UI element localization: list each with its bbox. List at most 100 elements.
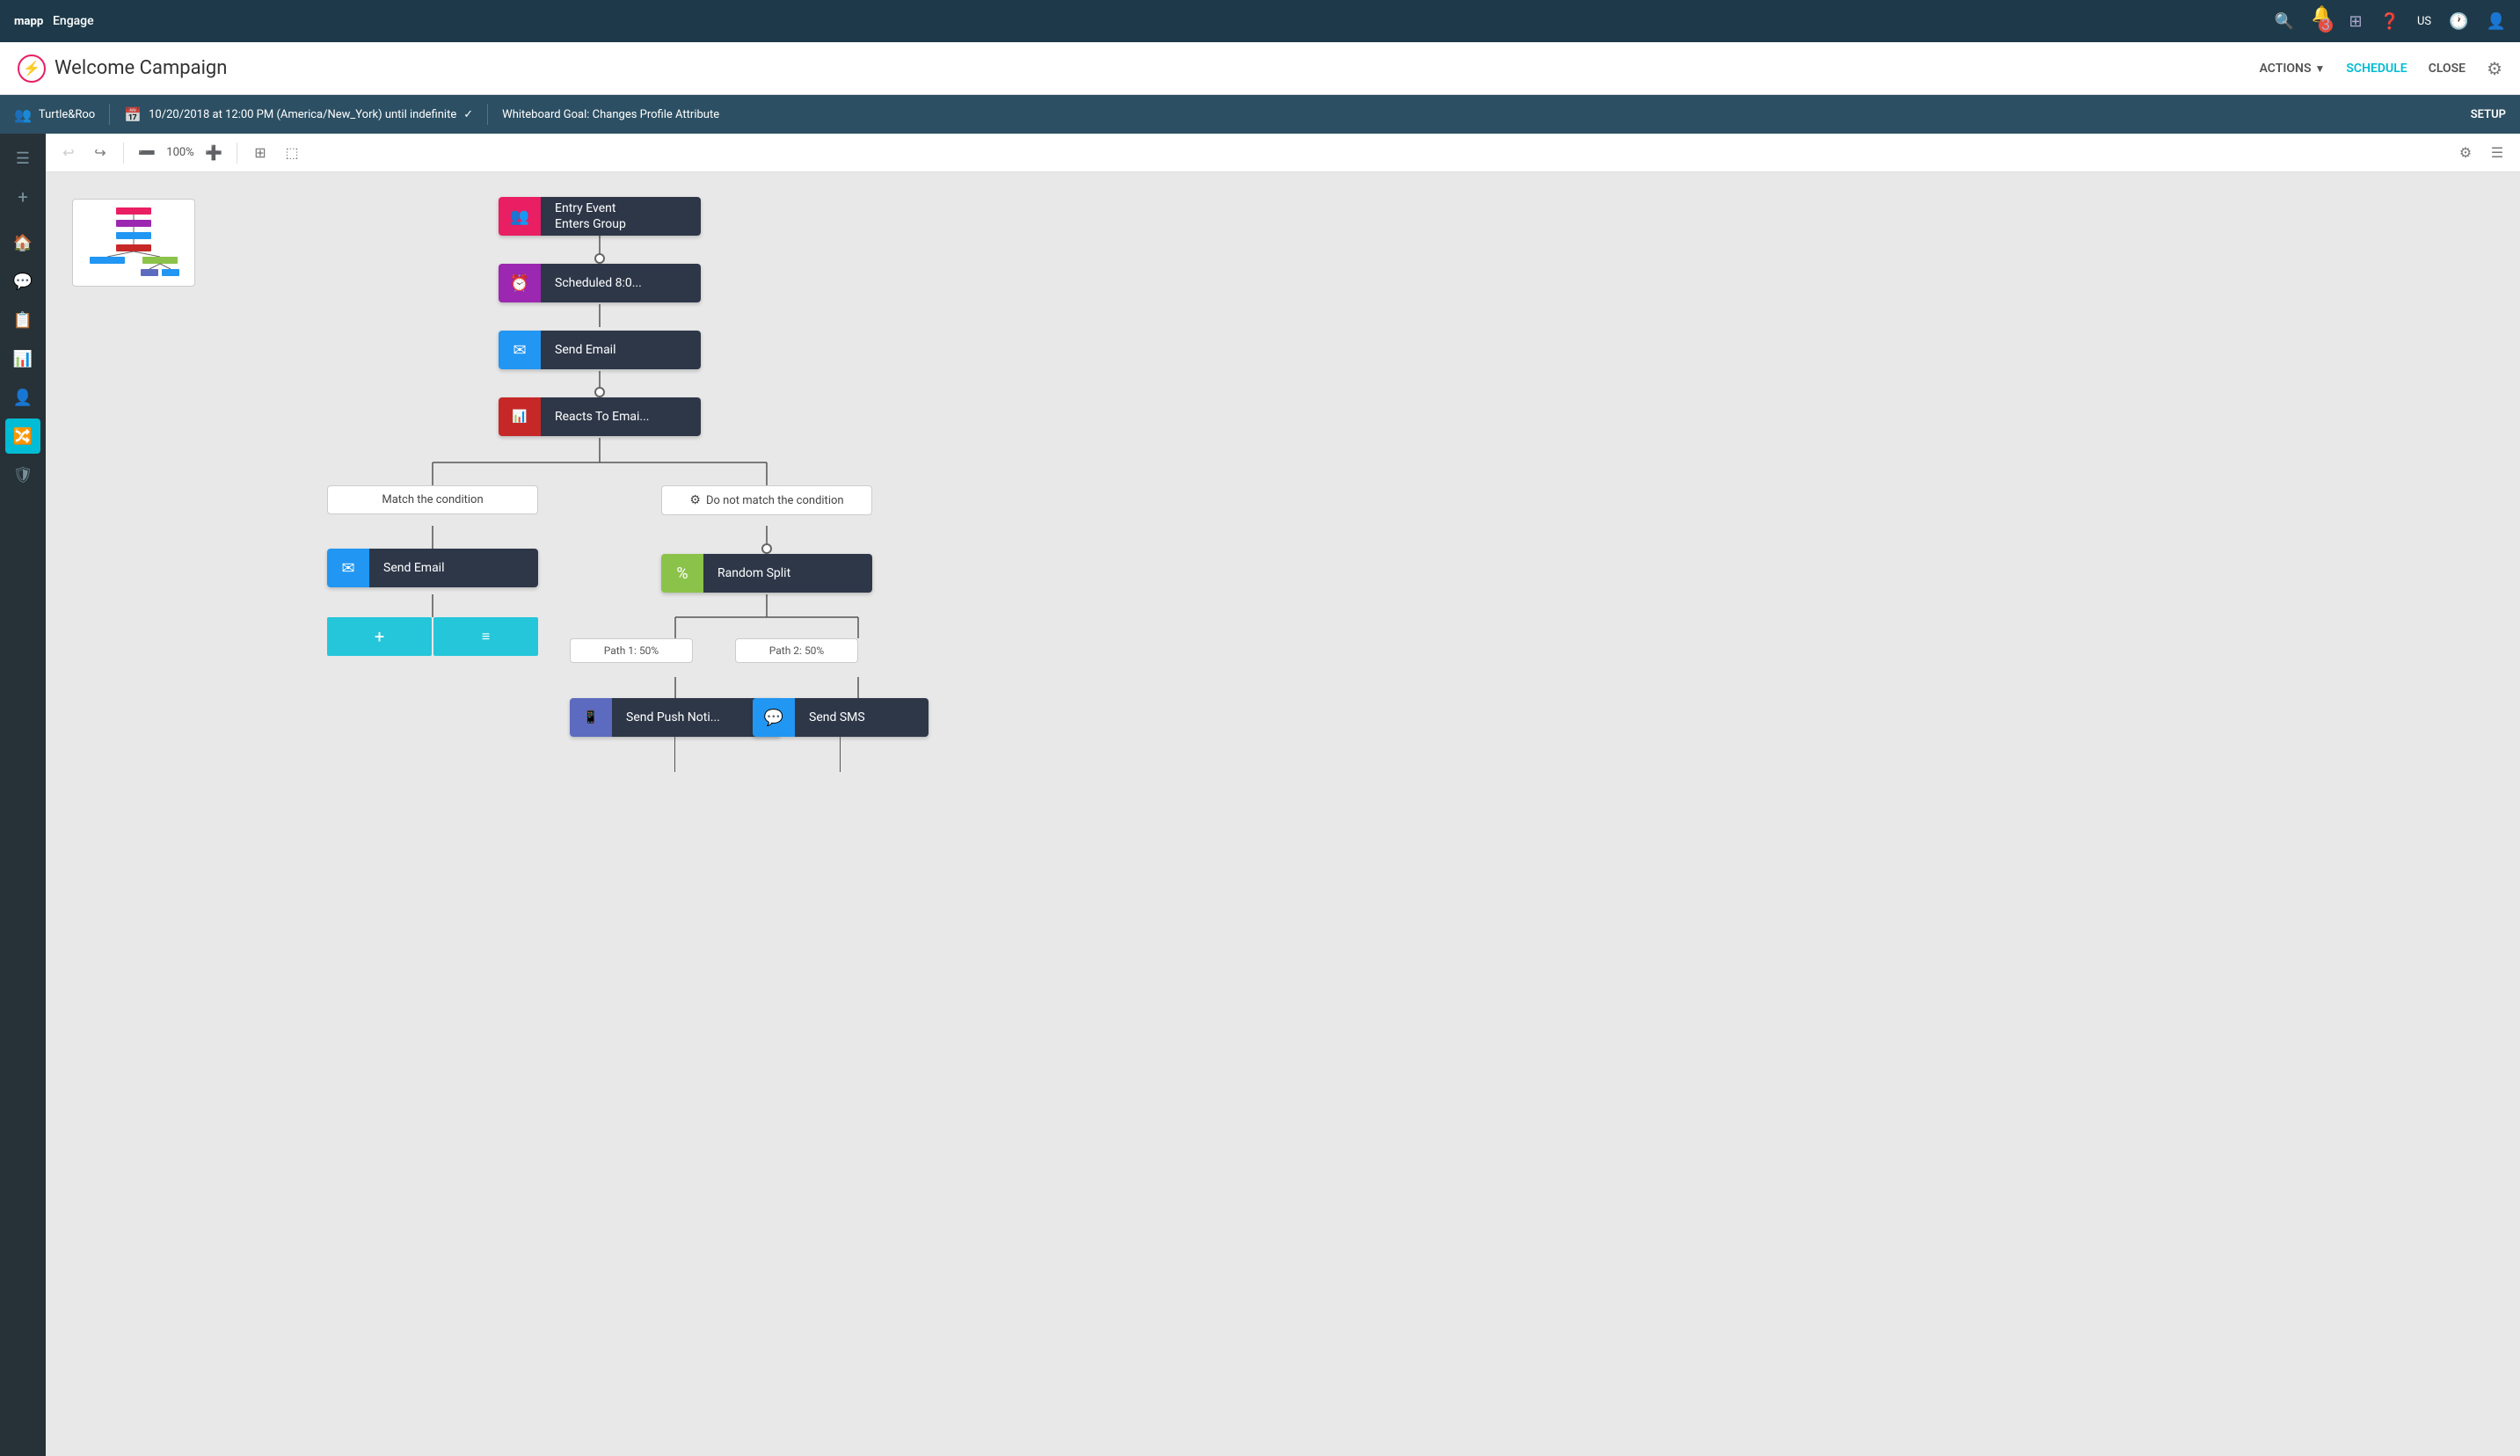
toolbar-right: ⚙ ☰: [2453, 141, 2509, 165]
goal-text: Whiteboard Goal: Changes Profile Attribu…: [502, 108, 719, 121]
header-title-section: ⚡ Welcome Campaign: [18, 55, 2260, 83]
add-buttons-row: + ≡: [327, 617, 538, 656]
minimap: [72, 199, 195, 287]
entry-node-label: Entry Event Enters Group: [541, 197, 701, 236]
setup-button[interactable]: SETUP: [2471, 108, 2506, 121]
zoom-in-button[interactable]: ➕: [201, 141, 226, 165]
undo-button[interactable]: ↩: [56, 141, 81, 165]
sidebar-item-users[interactable]: 👤: [5, 380, 40, 415]
path-1-text: Path 1: 50%: [604, 644, 659, 657]
divider-2: [487, 104, 488, 125]
match-condition-branch[interactable]: Match the condition: [327, 485, 538, 514]
sidebar: ☰ + 🏠 💬 📋 📊 👤 🔀 🛡: [0, 134, 46, 1456]
settings-icon[interactable]: ⚙: [2487, 58, 2502, 79]
grid-icon[interactable]: ⊞: [2349, 12, 2362, 31]
schedule-text: 10/20/2018 at 12:00 PM (America/New_York…: [149, 108, 456, 121]
fit-screen-button[interactable]: ⊞: [248, 141, 273, 165]
no-match-condition-branch[interactable]: ⚙ Do not match the condition: [661, 485, 872, 515]
send-sms-label: Send SMS: [795, 698, 929, 737]
sub-header: 👥 Turtle&Roo 📅 10/20/2018 at 12:00 PM (A…: [0, 95, 2520, 134]
zoom-controls: ➖ 100% ➕: [135, 141, 226, 165]
org-item[interactable]: 👥 Turtle&Roo: [14, 106, 95, 123]
calendar-icon: 📅: [124, 106, 142, 123]
push-connector-line: [674, 737, 675, 772]
add-split-button[interactable]: ≡: [433, 617, 538, 656]
zoom-level: 100%: [163, 146, 198, 159]
sidebar-item-security[interactable]: 🛡: [5, 457, 40, 492]
scheduled-node-label: Scheduled 8:0...: [541, 264, 701, 302]
close-button[interactable]: CLOSE: [2429, 62, 2465, 76]
header-actions: ACTIONS ▼ SCHEDULE CLOSE ⚙: [2260, 58, 2502, 79]
send-sms-icon: 💬: [753, 698, 795, 737]
sms-connector-line: [840, 737, 841, 772]
send-email-2-node[interactable]: ✉ Send Email: [327, 549, 538, 587]
sidebar-item-home[interactable]: 🏠: [5, 225, 40, 260]
random-split-label: Random Split: [703, 554, 872, 593]
sidebar-item-messages[interactable]: 💬: [5, 264, 40, 299]
reacts-node[interactable]: 📊 Reacts To Emai...: [499, 397, 701, 436]
no-match-label: Do not match the condition: [706, 494, 844, 507]
send-email-2-icon: ✉: [327, 549, 369, 587]
expand-button[interactable]: ⬚: [280, 141, 304, 165]
send-email-1-icon: ✉: [499, 331, 541, 369]
random-split-icon: %: [661, 554, 703, 593]
logo[interactable]: mapp Engage: [14, 11, 94, 31]
page-title: Welcome Campaign: [55, 57, 227, 79]
schedule-item[interactable]: 📅 10/20/2018 at 12:00 PM (America/New_Yo…: [124, 106, 473, 123]
random-split-node[interactable]: % Random Split: [661, 554, 872, 593]
org-name: Turtle&Roo: [39, 108, 95, 121]
send-sms-node[interactable]: 💬 Send SMS: [753, 698, 929, 737]
user-region[interactable]: US: [2417, 15, 2431, 28]
canvas-area: ↩ ↪ ➖ 100% ➕ ⊞ ⬚ ⚙ ☰: [46, 134, 2520, 1456]
send-email-1-label: Send Email: [541, 331, 701, 369]
sidebar-item-contacts[interactable]: 📋: [5, 302, 40, 338]
list-view-button[interactable]: ☰: [2485, 141, 2509, 165]
scheduled-node[interactable]: ⏰ Scheduled 8:0...: [499, 264, 701, 302]
help-icon[interactable]: ❓: [2380, 12, 2400, 31]
notifications-icon[interactable]: 🔔 3: [2312, 5, 2331, 38]
path-1-label[interactable]: Path 1: 50%: [570, 638, 693, 663]
sidebar-item-campaigns[interactable]: 🔀: [5, 419, 40, 454]
goal-item[interactable]: Whiteboard Goal: Changes Profile Attribu…: [502, 108, 719, 121]
canvas: 👥 Entry Event Enters Group: [46, 172, 2520, 1456]
reacts-node-icon: 📊: [499, 397, 541, 436]
canvas-toolbar: ↩ ↪ ➖ 100% ➕ ⊞ ⬚ ⚙ ☰: [46, 134, 2520, 172]
add-node-button[interactable]: +: [327, 617, 432, 656]
path-2-text: Path 2: 50%: [769, 644, 824, 657]
top-navigation: mapp Engage 🔍 🔔 3 ⊞ ❓ US 🕐 👤: [0, 0, 2520, 42]
entry-event-node[interactable]: 👥 Entry Event Enters Group: [499, 197, 701, 236]
redo-button[interactable]: ↪: [88, 141, 113, 165]
send-email-1-node[interactable]: ✉ Send Email: [499, 331, 701, 369]
app-name: Engage: [53, 14, 94, 28]
add-btn-container: + ≡: [327, 617, 538, 656]
entry-node-icon: 👥: [499, 197, 541, 236]
sidebar-item-menu[interactable]: ☰: [5, 141, 40, 176]
send-push-node[interactable]: 📱 Send Push Noti...: [570, 698, 781, 737]
search-icon[interactable]: 🔍: [2275, 12, 2294, 31]
match-label: Match the condition: [382, 493, 483, 506]
send-push-icon: 📱: [570, 698, 612, 737]
flow-diagram: 👥 Entry Event Enters Group: [222, 190, 1013, 893]
path-2-label[interactable]: Path 2: 50%: [735, 638, 858, 663]
zoom-out-button[interactable]: ➖: [135, 141, 159, 165]
chevron-down-icon: ▼: [2315, 62, 2326, 75]
header-bar: ⚡ Welcome Campaign ACTIONS ▼ SCHEDULE CL…: [0, 42, 2520, 95]
send-email-2-label: Send Email: [369, 549, 538, 587]
check-icon: ✓: [463, 108, 473, 121]
clock-icon[interactable]: 🕐: [2449, 12, 2468, 31]
actions-button[interactable]: ACTIONS ▼: [2260, 62, 2326, 76]
notification-badge: 3: [2319, 18, 2333, 33]
canvas-inner: 👥 Entry Event Enters Group: [46, 172, 2520, 964]
svg-text:mapp: mapp: [14, 15, 43, 28]
users-icon: 👥: [14, 106, 32, 123]
toolbar-divider-1: [123, 142, 124, 164]
sidebar-item-plus[interactable]: +: [5, 179, 40, 215]
campaign-icon: ⚡: [18, 55, 46, 83]
account-icon[interactable]: 👤: [2487, 12, 2506, 31]
reacts-node-label: Reacts To Emai...: [541, 397, 701, 436]
settings-button[interactable]: ⚙: [2453, 141, 2478, 165]
schedule-button[interactable]: SCHEDULE: [2346, 62, 2407, 76]
main-content: ☰ + 🏠 💬 📋 📊 👤 🔀 🛡 ↩ ↪ ➖ 100% ➕ ⊞ ⬚ ⚙ ☰: [0, 134, 2520, 1456]
sidebar-item-reports[interactable]: 📊: [5, 341, 40, 376]
divider-1: [109, 104, 110, 125]
